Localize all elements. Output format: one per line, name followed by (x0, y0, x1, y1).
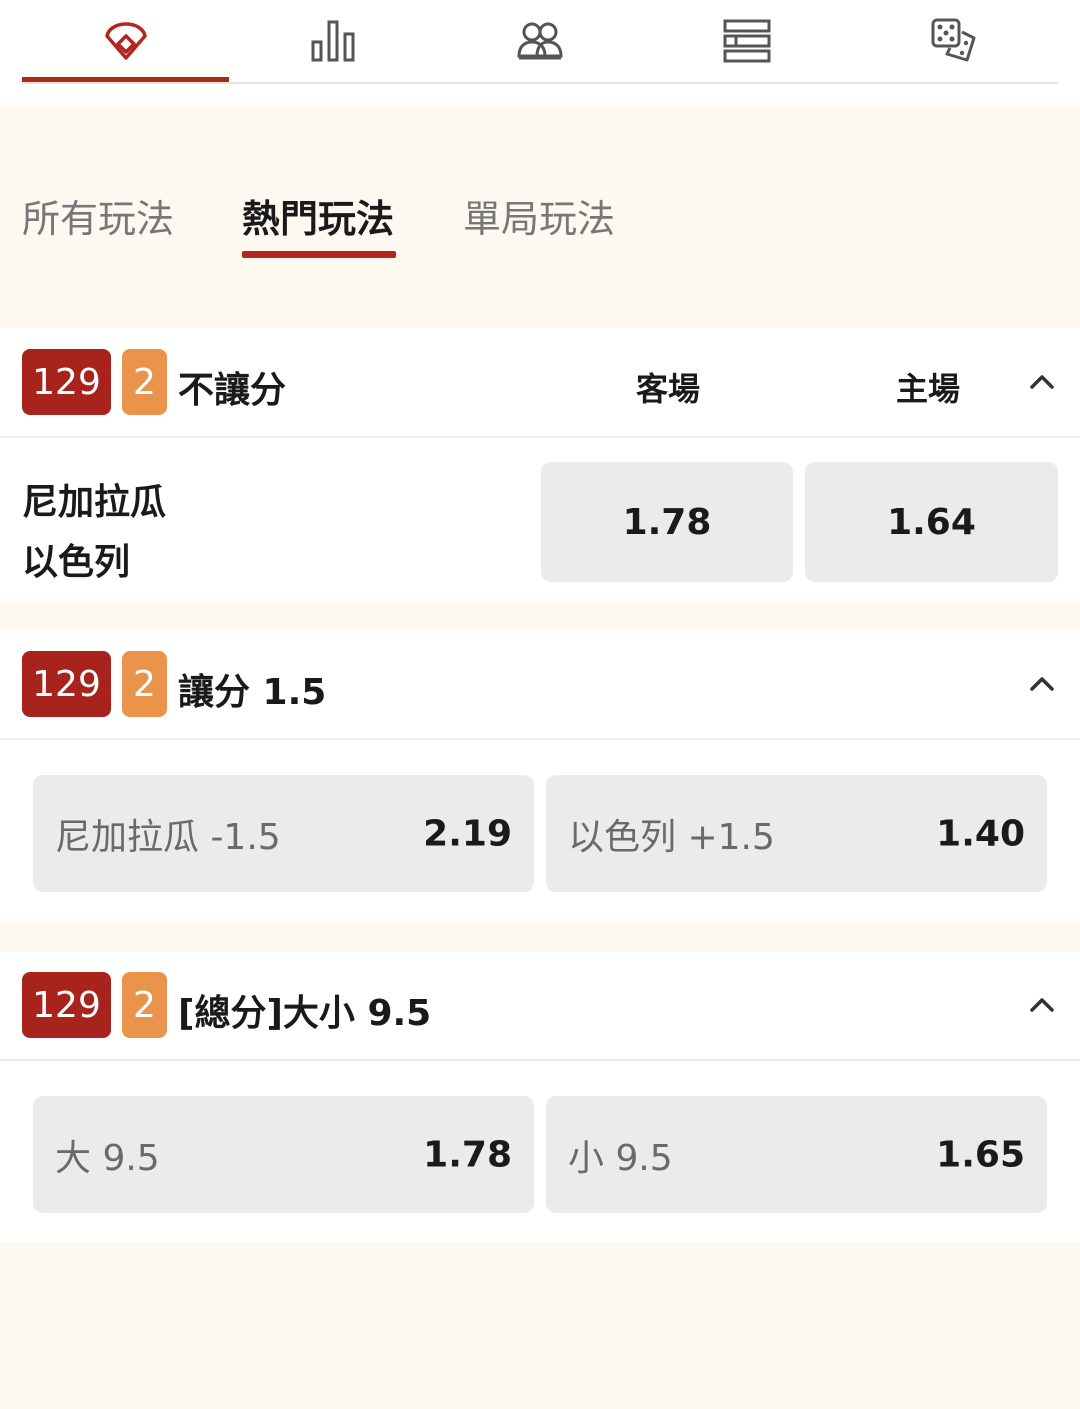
selection-odds: 1.78 (423, 1134, 512, 1175)
selection-label: 尼加拉瓜 -1.5 (55, 816, 281, 858)
selection-label: 小 9.5 (568, 1137, 673, 1179)
column-label-home: 主場 (895, 370, 961, 408)
tab-all-bets[interactable]: 所有玩法 (22, 188, 174, 243)
market-header: 129 2 不讓分 客場 主場 (0, 328, 1080, 438)
selection-odds: 1.65 (936, 1134, 1025, 1175)
market-title: 不讓分 (178, 370, 287, 411)
market-header: 129 2 [總分]大小 9.5 (0, 951, 1080, 1061)
selection-button-under[interactable]: 小 9.5 1.65 (546, 1096, 1047, 1213)
chevron-up-icon[interactable] (1024, 364, 1060, 400)
tab-lineup[interactable] (436, 0, 643, 82)
baseball-diamond-icon (104, 22, 147, 60)
selection-label: 大 9.5 (55, 1137, 160, 1179)
chevron-up-icon[interactable] (1024, 987, 1060, 1023)
odds-button-away[interactable]: 1.78 (541, 462, 793, 582)
chevron-up-icon[interactable] (1024, 666, 1060, 702)
selection-button-home[interactable]: 以色列 +1.5 1.40 (546, 775, 1047, 892)
market-moneyline: 129 2 不讓分 客場 主場 尼加拉瓜 以色列 1.78 1.64 (0, 328, 1080, 602)
inning-badge: 2 (122, 972, 167, 1038)
selection-button-away[interactable]: 尼加拉瓜 -1.5 2.19 (33, 775, 534, 892)
tab-popular-bets[interactable]: 熱門玩法 (242, 188, 394, 243)
icon-tab-bar (0, 0, 1080, 106)
selection-button-over[interactable]: 大 9.5 1.78 (33, 1096, 534, 1213)
team-name-away: 尼加拉瓜 (22, 482, 167, 523)
match-number-badge: 129 (22, 651, 111, 717)
tab-inning-bets[interactable]: 單局玩法 (463, 188, 615, 243)
inning-badge: 2 (122, 651, 167, 717)
odds-button-home[interactable]: 1.64 (805, 462, 1058, 582)
column-label-away: 客場 (635, 370, 701, 408)
tab-game[interactable] (22, 0, 229, 82)
market-title: 讓分 1.5 (178, 672, 327, 713)
dice-icon (931, 18, 975, 62)
selection-odds: 2.19 (423, 813, 512, 854)
players-icon (516, 22, 563, 60)
match-number-badge: 129 (22, 349, 111, 415)
market-header: 129 2 讓分 1.5 (0, 630, 1080, 740)
bar-chart-icon (311, 20, 354, 62)
market-handicap: 129 2 讓分 1.5 尼加拉瓜 -1.5 2.19 以色列 +1.5 1.4… (0, 630, 1080, 922)
market-total: 129 2 [總分]大小 9.5 大 9.5 1.78 小 9.5 1.65 (0, 951, 1080, 1243)
active-text-tab-indicator (242, 251, 396, 258)
tab-list[interactable] (643, 0, 850, 82)
list-rows-icon (723, 19, 770, 63)
match-number-badge: 129 (22, 972, 111, 1038)
selection-label: 以色列 +1.5 (568, 816, 775, 858)
team-name-home: 以色列 (22, 542, 131, 583)
selection-odds: 1.40 (936, 813, 1025, 854)
tab-stats[interactable] (229, 0, 436, 82)
tab-betting[interactable] (850, 0, 1057, 82)
tab-bar-divider (22, 82, 1058, 84)
inning-badge: 2 (122, 349, 167, 415)
market-title: [總分]大小 9.5 (178, 993, 432, 1034)
